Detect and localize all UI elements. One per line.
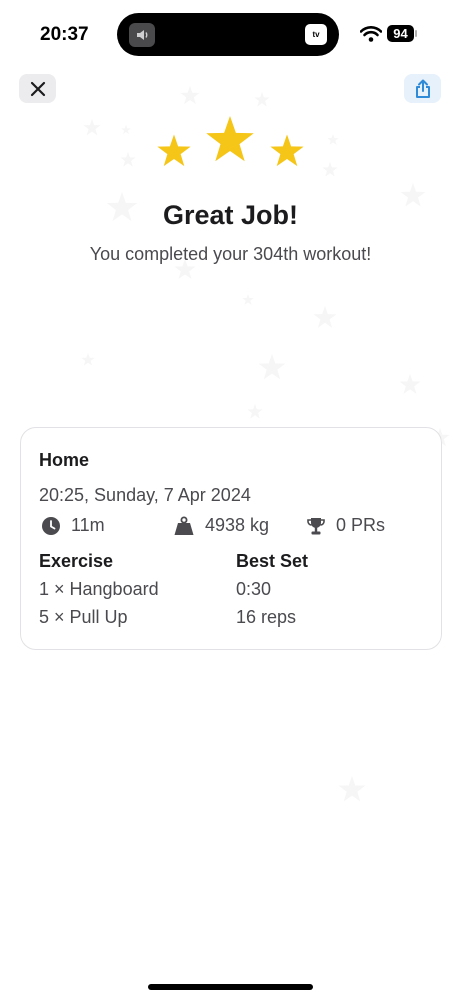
dynamic-island: tv [117, 13, 339, 56]
exercise-column-header: Exercise [39, 551, 114, 571]
status-time: 20:37 [40, 24, 89, 45]
workout-summary-card: Home 20:25, Sunday, 7 Apr 2024 11m 4938 … [20, 427, 442, 650]
duration-value: 11m [71, 515, 105, 535]
exercise-name: 5 × Pull Up [39, 607, 128, 627]
clock-icon [42, 516, 60, 535]
workout-datetime: 20:25, Sunday, 7 Apr 2024 [39, 485, 251, 505]
rating-stars [157, 116, 304, 167]
home-indicator[interactable] [148, 984, 313, 990]
speaker-icon [129, 23, 155, 47]
exercise-best-set: 16 reps [236, 607, 297, 627]
weight-icon [174, 516, 194, 535]
exercise-best-set: 0:30 [236, 579, 272, 599]
star-icon [157, 134, 191, 167]
exercise-name: 1 × Hangboard [39, 579, 159, 599]
best-set-column-header: Best Set [236, 551, 309, 571]
workout-name: Home [39, 450, 90, 470]
duration-stat: 11m [41, 515, 105, 536]
tv-app-icon: tv [305, 24, 327, 45]
volume-value: 4938 kg [205, 515, 270, 535]
trophy-icon [307, 517, 325, 534]
completion-message: You completed your 304th workout! [89, 244, 372, 264]
volume-stat: 4938 kg [173, 515, 269, 536]
battery-nub [415, 30, 417, 37]
star-icon [206, 116, 254, 162]
page-title: Great Job! [162, 200, 299, 230]
star-icon [270, 134, 304, 167]
prs-stat: 0 PRs [306, 515, 385, 536]
wifi-icon [359, 26, 383, 47]
battery-indicator: 94 [387, 25, 414, 42]
prs-value: 0 PRs [336, 515, 386, 535]
